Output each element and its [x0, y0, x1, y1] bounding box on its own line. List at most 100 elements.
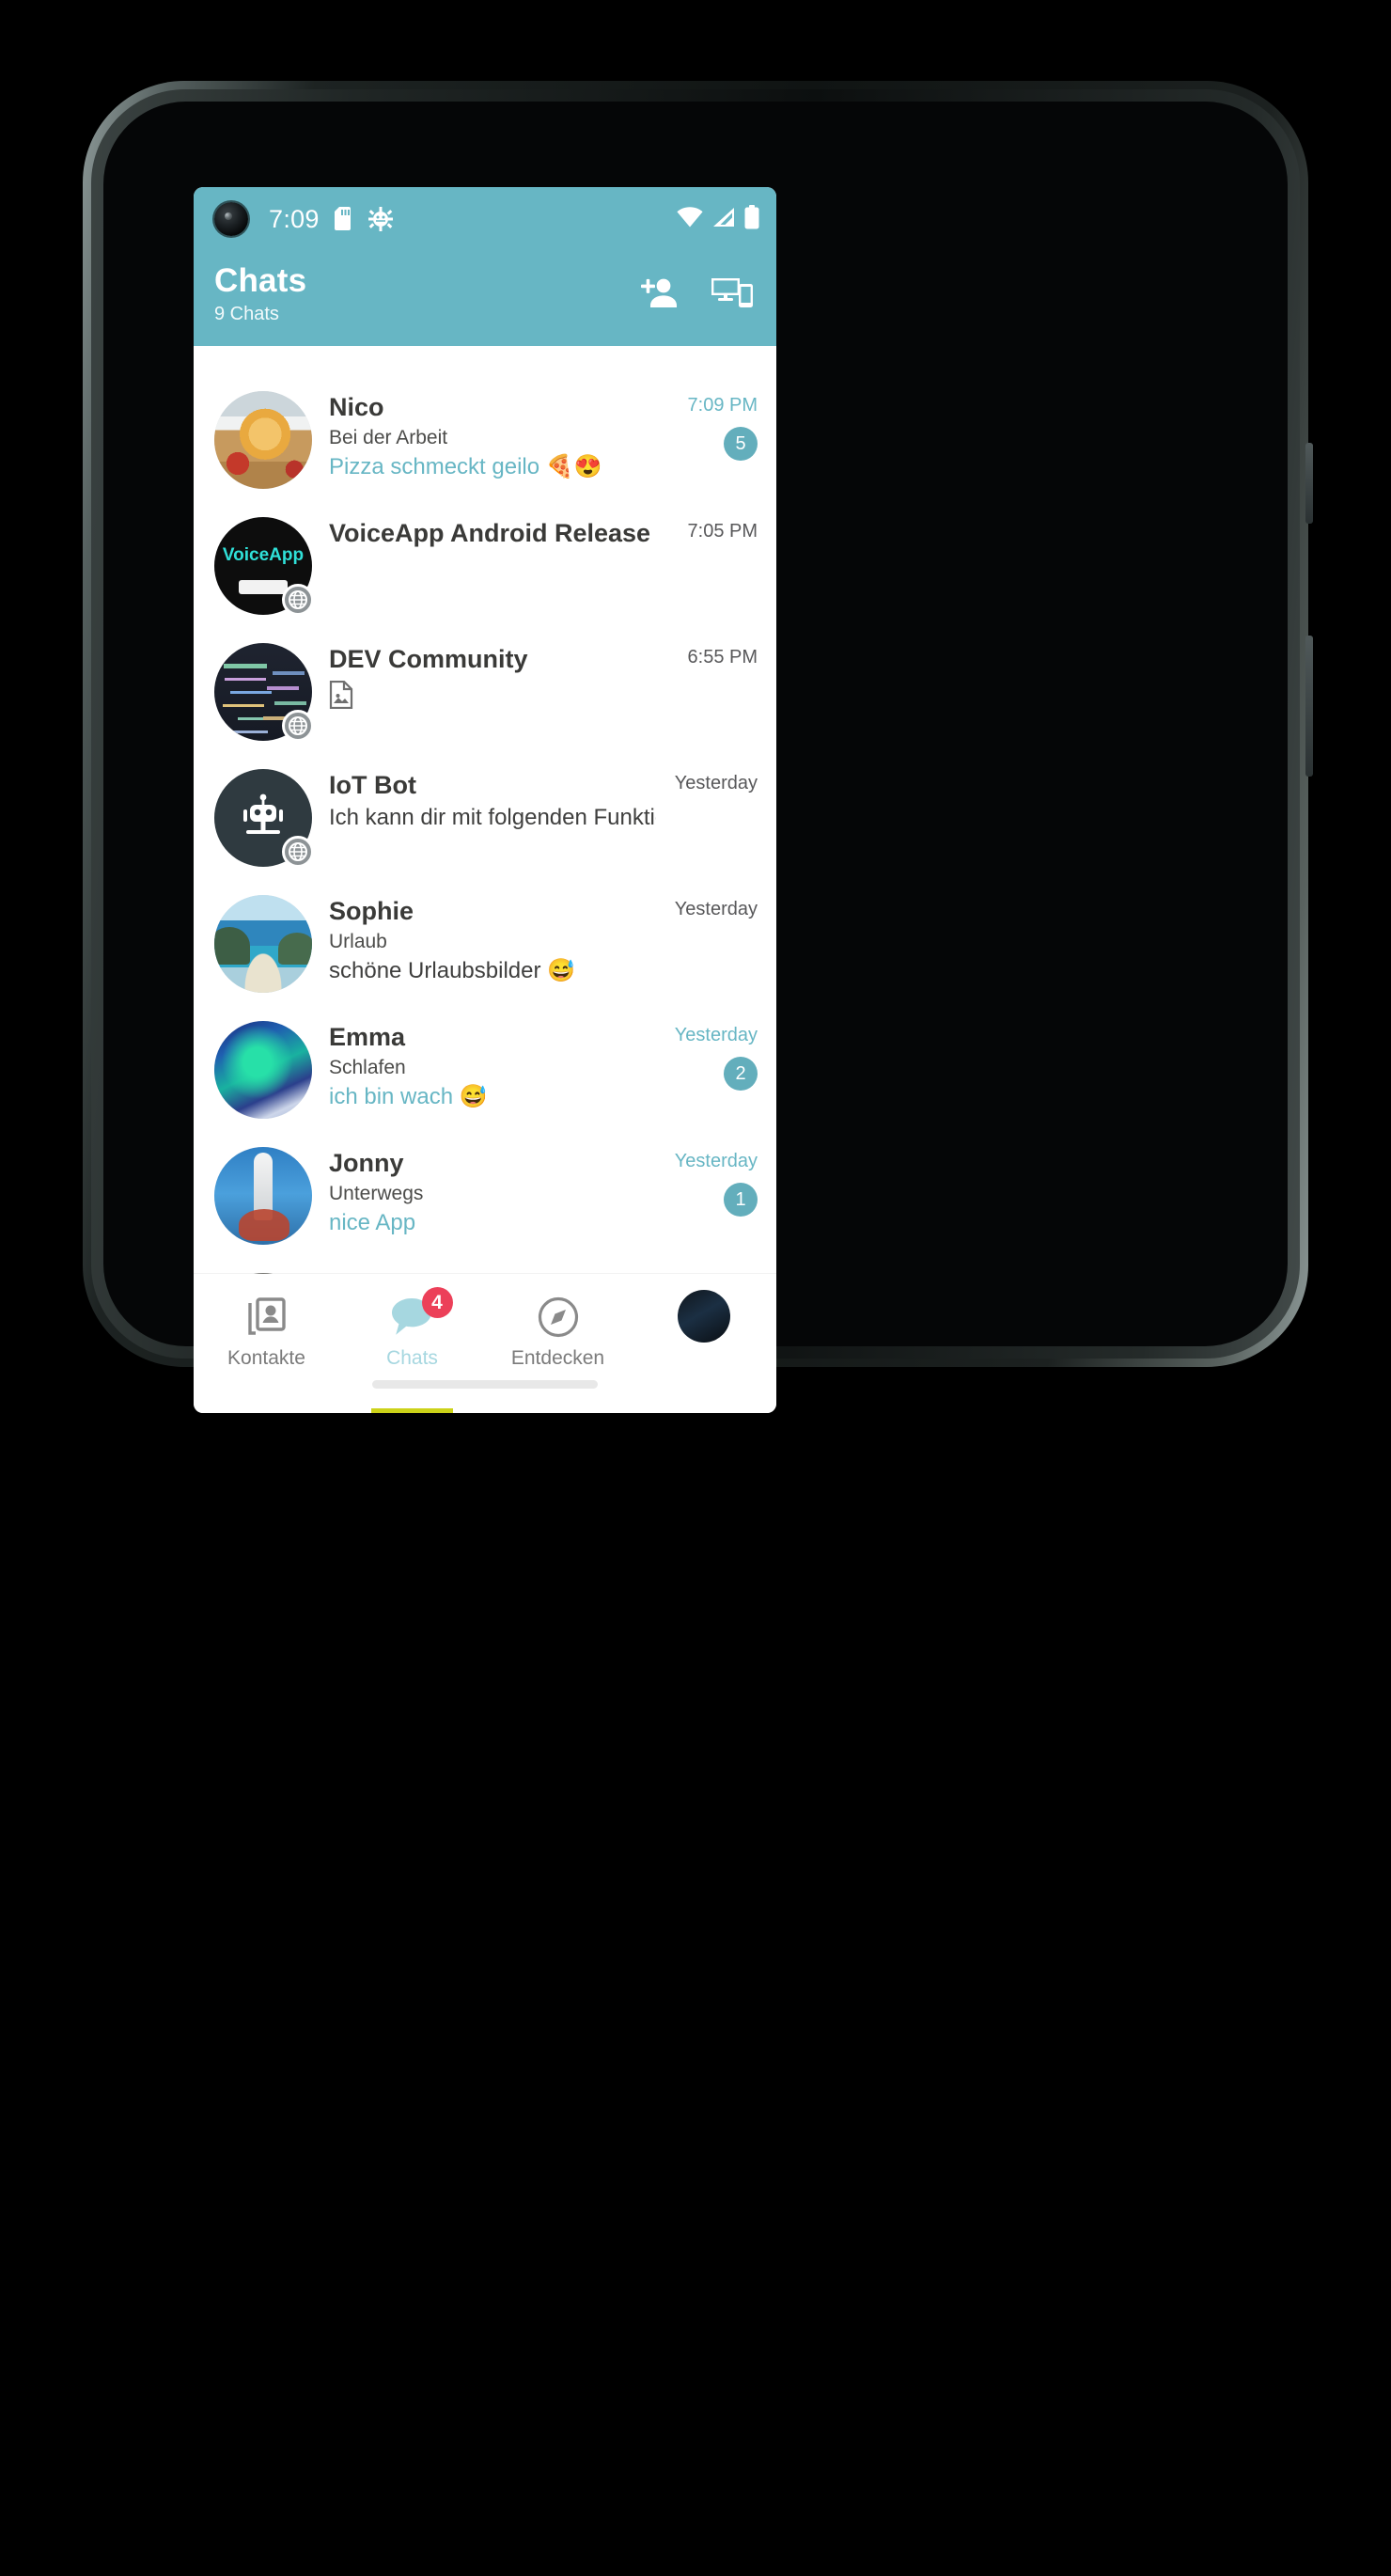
avatar[interactable] — [214, 895, 312, 993]
chat-bubble-icon: 4 — [389, 1293, 436, 1342]
chat-timestamp: Yesterday — [675, 1025, 758, 1046]
sd-card-icon — [335, 207, 353, 231]
chat-item-content: EmmaSchlafenich bin wach 😅 — [329, 1021, 656, 1113]
chat-name: DEV Community — [329, 645, 656, 675]
nav-item-label: Chats — [386, 1347, 438, 1370]
avatar[interactable] — [214, 643, 312, 741]
avatar[interactable] — [214, 517, 312, 615]
nav-item-label: Entdecken — [511, 1347, 604, 1370]
document-attachment-icon — [329, 681, 656, 714]
app-bar-titles: Chats 9 Chats — [214, 264, 641, 325]
chat-item-content: IoT BotIch kann dir mit folgenden Funkti… — [329, 769, 656, 833]
chat-status-text: Bei der Arbeit — [329, 425, 656, 450]
avatar[interactable] — [214, 1147, 312, 1245]
android-debug-icon — [368, 207, 393, 231]
nav-active-indicator — [371, 1408, 453, 1413]
nav-item-kontakte[interactable]: Kontakte — [194, 1274, 339, 1413]
unread-count-badge: 1 — [724, 1183, 758, 1217]
chat-item-meta: 7:05 PM — [656, 517, 758, 542]
avatar-image — [214, 1021, 312, 1119]
chat-name: Emma — [329, 1023, 656, 1053]
power-button[interactable] — [1305, 443, 1313, 524]
chat-list-item[interactable]: DEV Community 6:55 PM — [194, 629, 776, 755]
wifi-icon — [677, 207, 703, 232]
chat-status-text: Urlaub — [329, 929, 656, 954]
add-contact-icon[interactable] — [641, 277, 682, 314]
chat-item-meta: 7:09 PM 5 — [656, 391, 758, 461]
globe-icon — [282, 836, 314, 868]
compass-icon — [537, 1293, 580, 1342]
chat-timestamp: Yesterday — [675, 1151, 758, 1172]
chat-item-meta: Yesterday 1 — [656, 1147, 758, 1217]
beach-photo — [214, 895, 312, 993]
chat-status-text: Unterwegs — [329, 1181, 656, 1206]
chat-item-content: JonnyUnterwegsnice App — [329, 1147, 656, 1239]
chat-list-item[interactable]: IoT BotIch kann dir mit folgenden Funkti… — [194, 755, 776, 881]
nav-item-entdecken[interactable]: Entdecken — [485, 1274, 631, 1413]
bottom-navigation-bar[interactable]: Kontakte 4 Chats Entdecken — [194, 1274, 776, 1413]
rocket-photo — [214, 1147, 312, 1245]
chat-name: Sophie — [329, 897, 656, 927]
status-bar: 7:09 — [194, 187, 776, 251]
chat-item-content: NicoBei der ArbeitPizza schmeckt geilo 🍕… — [329, 391, 656, 483]
chat-name: VoiceApp Android Release — [329, 519, 656, 549]
chat-timestamp: 6:55 PM — [688, 647, 758, 668]
chat-preview-text: Pizza schmeckt geilo 🍕😍 — [329, 452, 656, 482]
chat-list-item[interactable]: SophieUrlaubschöne Urlaubsbilder 😅 Yester… — [194, 881, 776, 1007]
chat-item-content: DEV Community — [329, 643, 656, 714]
chat-item-content: VoiceApp Android Release — [329, 517, 656, 549]
volume-button[interactable] — [1305, 636, 1313, 777]
app-bar: Chats 9 Chats — [194, 251, 776, 346]
chat-preview-text: schöne Urlaubsbilder 😅 — [329, 956, 656, 986]
avatar-image — [214, 391, 312, 489]
chat-count-subtitle: 9 Chats — [214, 304, 641, 325]
unread-count-badge: 2 — [724, 1057, 758, 1091]
phone-screen: 7:09 Chats 9 C — [194, 187, 776, 1413]
chat-list-item[interactable]: NicoBei der ArbeitPizza schmeckt geilo 🍕… — [194, 377, 776, 503]
contacts-icon — [245, 1293, 289, 1342]
chat-list[interactable]: NicoBei der ArbeitPizza schmeckt geilo 🍕… — [194, 377, 776, 1274]
page-title: Chats — [214, 264, 641, 299]
nav-item-profile[interactable] — [631, 1274, 776, 1413]
chat-preview-text: Ich kann dir mit folgenden Funktionen… — [329, 803, 656, 833]
aurora-photo — [214, 1021, 312, 1119]
chat-name: IoT Bot — [329, 771, 656, 801]
cellular-signal-icon — [711, 207, 736, 232]
chat-list-item[interactable]: EmmaSchlafenich bin wach 😅 Yesterday 2 — [194, 1007, 776, 1133]
unread-count-badge: 5 — [724, 427, 758, 461]
chat-item-meta: Yesterday — [656, 769, 758, 794]
chat-list-item[interactable]: VoiceApp Android Release 7:05 PM — [194, 503, 776, 629]
chat-timestamp: Yesterday — [675, 899, 758, 920]
globe-icon — [282, 710, 314, 742]
profile-avatar[interactable] — [678, 1290, 730, 1343]
avatar[interactable] — [214, 769, 312, 867]
profile-avatar — [678, 1293, 730, 1342]
chat-preview-text: nice App — [329, 1208, 656, 1238]
avatar-image — [214, 895, 312, 993]
avatar-image — [214, 1147, 312, 1245]
chat-status-text: Schlafen — [329, 1055, 656, 1080]
status-bar-clock: 7:09 — [269, 205, 320, 234]
camera-hole-icon — [214, 202, 248, 236]
battery-icon — [744, 205, 759, 234]
chat-timestamp: 7:09 PM — [688, 395, 758, 416]
avatar[interactable] — [214, 391, 312, 489]
chat-item-content: SophieUrlaubschöne Urlaubsbilder 😅 — [329, 895, 656, 987]
chat-timestamp: 7:05 PM — [688, 521, 758, 542]
chat-item-meta: Yesterday — [656, 895, 758, 920]
avatar[interactable] — [214, 1021, 312, 1119]
chat-name: Nico — [329, 393, 656, 423]
chat-list-item[interactable]: SvenjaTVSchlafen die Kinder schon?Yester… — [194, 1259, 776, 1274]
nav-item-chats[interactable]: 4 Chats — [339, 1274, 485, 1413]
desktop-devices-icon[interactable] — [711, 276, 754, 315]
status-bar-right-icons — [677, 205, 759, 234]
chat-preview-text: ich bin wach 😅 — [329, 1082, 656, 1112]
chat-item-meta: 6:55 PM — [656, 643, 758, 668]
gesture-home-indicator[interactable] — [372, 1380, 598, 1389]
globe-icon — [282, 584, 314, 616]
nav-item-label: Kontakte — [227, 1347, 305, 1370]
app-bar-actions — [641, 264, 758, 315]
chat-name: Jonny — [329, 1149, 656, 1179]
phone-device-frame: 7:09 Chats 9 C — [83, 81, 1308, 1367]
chat-list-item[interactable]: JonnyUnterwegsnice App Yesterday 1 — [194, 1133, 776, 1259]
